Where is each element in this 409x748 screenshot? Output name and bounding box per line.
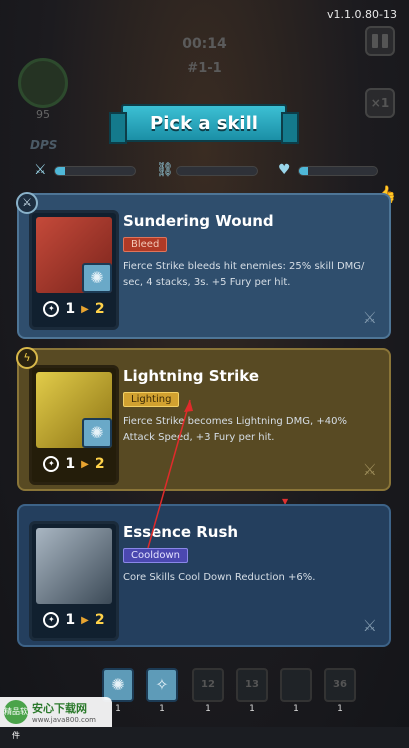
heart-icon: ♥ — [278, 162, 291, 178]
stat-bars: ⚔ ⛓ ♥ — [0, 162, 409, 182]
skill-slot[interactable]: 12 — [192, 668, 224, 702]
skill-slot[interactable]: 13 — [236, 668, 268, 702]
skill-level-icon: ✦ — [43, 612, 60, 628]
skill-icon-frame: ✺ ✦ 1 ▶ 2 — [29, 210, 119, 330]
skill-slot[interactable]: 36 — [324, 668, 356, 702]
skill-card-essence-rush[interactable]: ✦ 1 ▶ 2 Essence Rush Cooldown Core Skill… — [17, 504, 391, 647]
watermark: 精品软件 安心下载网 www.java800.com — [0, 697, 112, 740]
slot-level: 1 — [337, 704, 343, 714]
sword-icon: ⚔ — [16, 192, 38, 214]
chain-icon: ⛓ — [156, 162, 174, 178]
skill-title: Sundering Wound — [123, 212, 274, 230]
skill-title: Essence Rush — [123, 523, 239, 541]
sword-icon: ⚔ — [362, 616, 377, 635]
skill-level: ✦ 1 ▶ 2 — [36, 450, 112, 478]
skill-tag: Bleed — [123, 237, 168, 252]
chain-bar — [176, 166, 258, 176]
skill-card-lightning-strike[interactable]: ✺ ✦ 1 ▶ 2 ϟ Lightning Strike Lighting Fi… — [16, 347, 391, 491]
heart-bar — [298, 166, 378, 176]
frost-claw-icon: ✺ — [111, 675, 125, 694]
wing-icon: ✧ — [155, 675, 169, 694]
skill-tag: Lighting — [123, 392, 180, 407]
sword-icon: ⚔ — [362, 460, 377, 479]
sword-bar — [54, 166, 136, 176]
watermark-url: www.java800.com — [32, 716, 96, 724]
slot-level: 1 — [249, 704, 255, 714]
sword-icon: ⚔ — [362, 308, 377, 327]
hero-value: 95 — [36, 108, 50, 121]
frost-claw-icon: ✺ — [82, 263, 112, 293]
hourglass-icon — [36, 528, 112, 604]
hero-avatar — [18, 58, 68, 108]
skill-description: Fierce Strike bleeds hit enemies: 25% sk… — [123, 261, 365, 288]
speed-label: ×1 — [370, 96, 390, 110]
skill-level-icon: ✦ — [43, 301, 60, 317]
pause-icon — [372, 34, 378, 48]
skill-title: Lightning Strike — [123, 367, 260, 385]
skill-icon-frame: ✦ 1 ▶ 2 — [29, 521, 119, 641]
skill-icon-frame: ✺ ✦ 1 ▶ 2 — [29, 365, 119, 485]
lightning-icon: ϟ — [16, 347, 38, 369]
skill-slot[interactable]: ✧ — [146, 668, 178, 702]
skill-slot[interactable] — [280, 668, 312, 702]
timer-label: 00:14 — [182, 36, 227, 52]
skill-level: ✦ 1 ▶ 2 — [36, 606, 112, 634]
skill-description: Fierce Strike becomes Lightning DMG, +40… — [123, 416, 347, 443]
slot-level: 1 — [293, 704, 299, 714]
watermark-logo: 精品软件 — [4, 700, 28, 740]
slot-level: 1 — [159, 704, 165, 714]
pick-skill-banner: Pick a skill — [109, 104, 299, 144]
pause-button[interactable] — [365, 26, 395, 56]
skill-card-sundering-wound[interactable]: ✺ ✦ 1 ▶ 2 ⚔ Sundering Wound Bleed Fierce… — [16, 192, 391, 339]
slot-level: 1 — [205, 704, 211, 714]
watermark-title: 安心下载网 — [32, 702, 87, 715]
sword-icon: ⚔ — [34, 162, 47, 178]
skill-level: ✦ 1 ▶ 2 — [36, 295, 112, 323]
version-label: v1.1.0.80-13 — [327, 8, 397, 21]
skill-description: Core Skills Cool Down Reduction +6%. — [123, 572, 316, 583]
banner-title: Pick a skill — [150, 112, 258, 134]
frost-claw-icon: ✺ — [82, 418, 112, 448]
speed-button[interactable]: ×1 — [365, 88, 395, 118]
skill-level-icon: ✦ — [43, 456, 60, 472]
dps-label: DPS — [30, 138, 58, 152]
skill-tag: Cooldown — [123, 548, 188, 563]
